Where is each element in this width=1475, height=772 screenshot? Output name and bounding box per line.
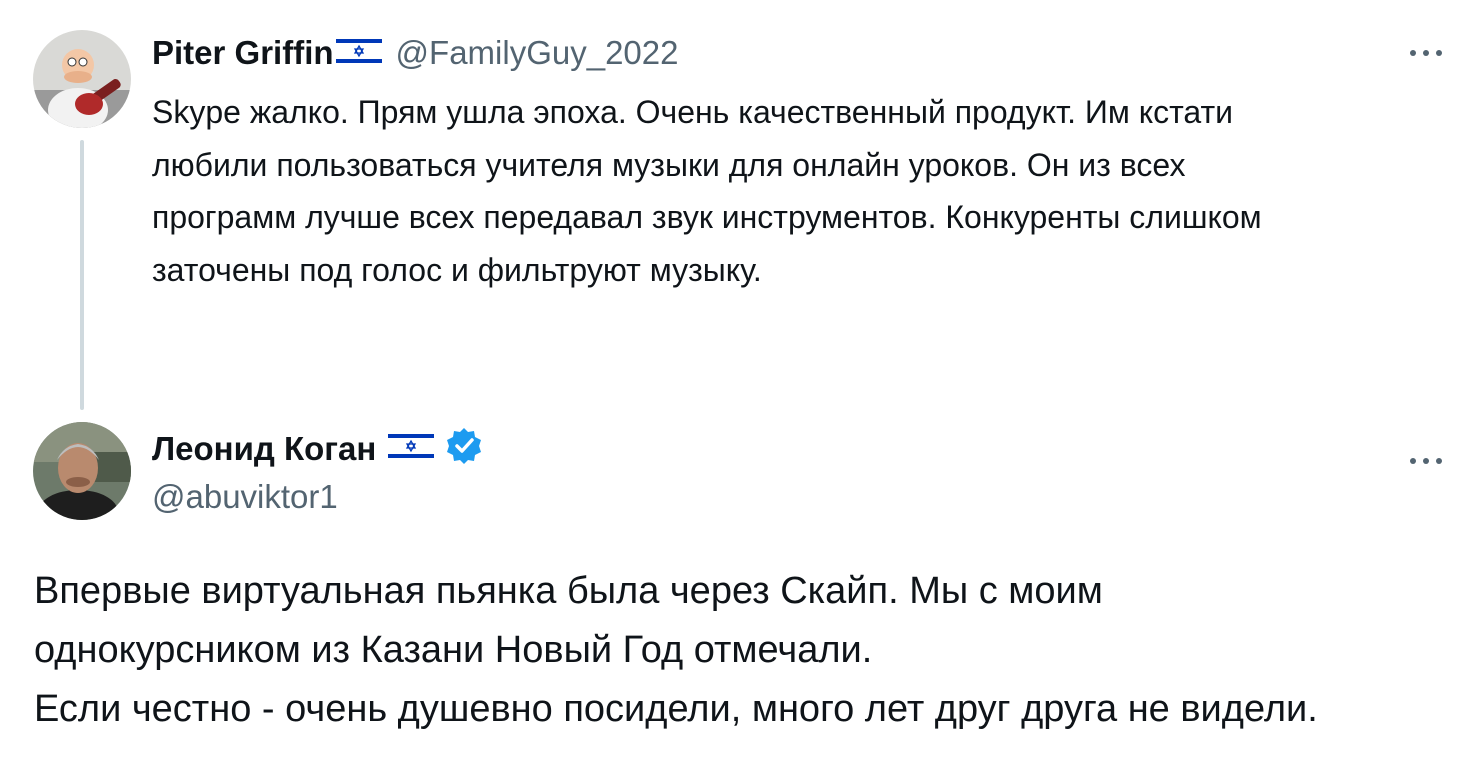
thread-connector-line (80, 140, 84, 410)
tweet2-text-line: Впервые виртуальная пьянка была через Ск… (34, 570, 1103, 612)
avatar-piter-griffin[interactable] (33, 30, 131, 128)
author-handle[interactable]: @abuviktor1 (152, 478, 338, 516)
author-display-name[interactable]: Piter Griffin (152, 34, 334, 72)
author-display-name[interactable]: Леонид Коган (152, 430, 376, 468)
tweet2-handle-line: @abuviktor1 (152, 478, 338, 516)
tweet1-text: Skype жалко. Прям ушла эпоха. Очень каче… (152, 86, 1452, 296)
tweet1-text-line: программ лучше всех передавал звук инстр… (152, 199, 1262, 235)
tweet1-text-line: заточены под голос и фильтруют музыку. (152, 251, 762, 288)
tweet1-text-line: любили пользоваться учителя музыки для о… (152, 146, 1186, 183)
israel-flag-icon (335, 35, 382, 71)
tweet2-more-options-icon[interactable] (1404, 446, 1448, 476)
tweet2-text: Впервые виртуальная пьянка была через Ск… (34, 562, 1454, 739)
israel-flag-icon (388, 431, 435, 466)
tweet2-text-line: однокурсником из Казани Новый Год отмеча… (34, 629, 873, 671)
tweet1-text-line: Skype жалко. Прям ушла эпоха. Очень каче… (152, 94, 1234, 130)
tweet2-author-line: Леонид Коган (152, 426, 484, 471)
tweet2-text-line: Если честно - очень душевно посидели, мн… (34, 688, 1318, 730)
tweet1-more-options-icon[interactable] (1404, 38, 1448, 68)
tweet1-author-line: Piter Griffin @FamilyGuy_2022 (152, 34, 678, 72)
avatar-leonid-kogan[interactable] (33, 422, 131, 520)
verified-badge-icon[interactable] (444, 426, 484, 471)
author-handle[interactable]: @FamilyGuy_2022 (396, 34, 679, 72)
